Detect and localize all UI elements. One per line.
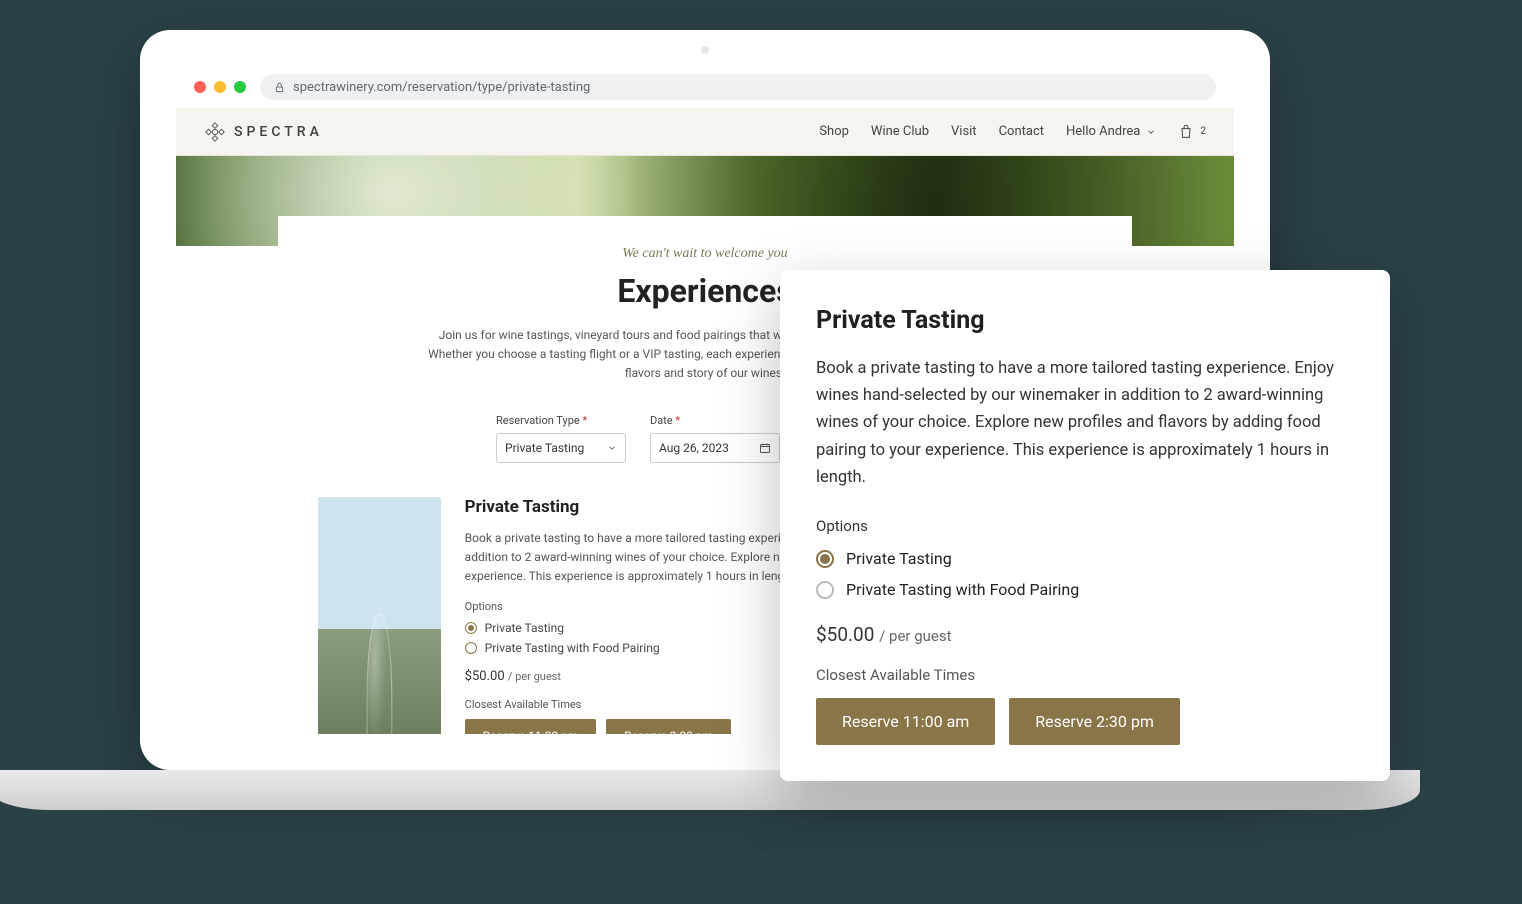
nav-visit[interactable]: Visit bbox=[951, 124, 977, 139]
calendar-icon bbox=[759, 442, 771, 454]
popout-price: $50.00 / per guest bbox=[816, 623, 1354, 646]
cart-button[interactable]: 2 bbox=[1178, 124, 1206, 140]
reserve-230-button[interactable]: Reserve 2:30 pm bbox=[606, 719, 731, 734]
popout-option-private-tasting[interactable]: Private Tasting bbox=[816, 549, 1354, 568]
window-controls[interactable] bbox=[194, 81, 246, 93]
nav-wine-club[interactable]: Wine Club bbox=[871, 124, 929, 139]
chevron-down-icon bbox=[607, 443, 617, 453]
nav-shop[interactable]: Shop bbox=[819, 124, 849, 139]
nav-contact[interactable]: Contact bbox=[999, 124, 1044, 139]
popout-reserve-230-button[interactable]: Reserve 2:30 pm bbox=[1009, 698, 1180, 745]
minimize-dot[interactable] bbox=[214, 81, 226, 93]
date-picker[interactable]: Aug 26, 2023 bbox=[650, 433, 780, 463]
reserve-1100-button[interactable]: Reserve 11:00 am bbox=[465, 719, 596, 734]
chevron-down-icon bbox=[1146, 127, 1156, 137]
lock-icon bbox=[274, 82, 285, 93]
select-value: Private Tasting bbox=[505, 441, 584, 455]
radio-icon bbox=[465, 642, 477, 654]
account-label: Hello Andrea bbox=[1066, 124, 1140, 139]
radio-icon bbox=[816, 550, 834, 568]
popout-reserve-buttons: Reserve 11:00 am Reserve 2:30 pm bbox=[816, 698, 1354, 745]
popout-desc: Book a private tasting to have a more ta… bbox=[816, 355, 1354, 491]
experience-photo bbox=[318, 497, 441, 734]
welcome-text: We can't wait to welcome you bbox=[318, 246, 1092, 262]
bag-icon bbox=[1178, 124, 1194, 140]
filter-label: Date * bbox=[650, 414, 780, 427]
zoom-dot[interactable] bbox=[234, 81, 246, 93]
popout-title: Private Tasting bbox=[816, 306, 1354, 335]
cart-count: 2 bbox=[1200, 126, 1206, 137]
reservation-type-select[interactable]: Private Tasting bbox=[496, 433, 626, 463]
popout-availability-heading: Closest Available Times bbox=[816, 666, 1354, 684]
main-nav: Shop Wine Club Visit Contact Hello Andre… bbox=[819, 124, 1206, 140]
brand-logo-icon bbox=[204, 121, 226, 143]
popout-options-heading: Options bbox=[816, 517, 1354, 535]
camera-dot bbox=[701, 46, 709, 54]
brand[interactable]: SPECTRA bbox=[204, 121, 323, 143]
detail-popout: Private Tasting Book a private tasting t… bbox=[780, 270, 1390, 781]
popout-option-food-pairing[interactable]: Private Tasting with Food Pairing bbox=[816, 580, 1354, 599]
site-header: SPECTRA Shop Wine Club Visit Contact Hel… bbox=[176, 108, 1234, 156]
option-label: Private Tasting bbox=[485, 621, 564, 635]
filter-date: Date * Aug 26, 2023 bbox=[650, 414, 780, 463]
option-label: Private Tasting with Food Pairing bbox=[846, 580, 1079, 599]
option-label: Private Tasting bbox=[846, 549, 952, 568]
filter-reservation-type: Reservation Type * Private Tasting bbox=[496, 414, 626, 463]
url-text: spectrawinery.com/reservation/type/priva… bbox=[293, 80, 590, 95]
popout-reserve-1100-button[interactable]: Reserve 11:00 am bbox=[816, 698, 995, 745]
browser-chrome: spectrawinery.com/reservation/type/priva… bbox=[176, 66, 1234, 108]
radio-icon bbox=[465, 622, 477, 634]
option-label: Private Tasting with Food Pairing bbox=[485, 641, 660, 655]
select-value: Aug 26, 2023 bbox=[659, 441, 729, 455]
radio-icon bbox=[816, 581, 834, 599]
close-dot[interactable] bbox=[194, 81, 206, 93]
url-bar[interactable]: spectrawinery.com/reservation/type/priva… bbox=[260, 74, 1216, 100]
nav-account[interactable]: Hello Andrea bbox=[1066, 124, 1156, 139]
brand-text: SPECTRA bbox=[234, 124, 323, 140]
filter-label: Reservation Type * bbox=[496, 414, 626, 427]
